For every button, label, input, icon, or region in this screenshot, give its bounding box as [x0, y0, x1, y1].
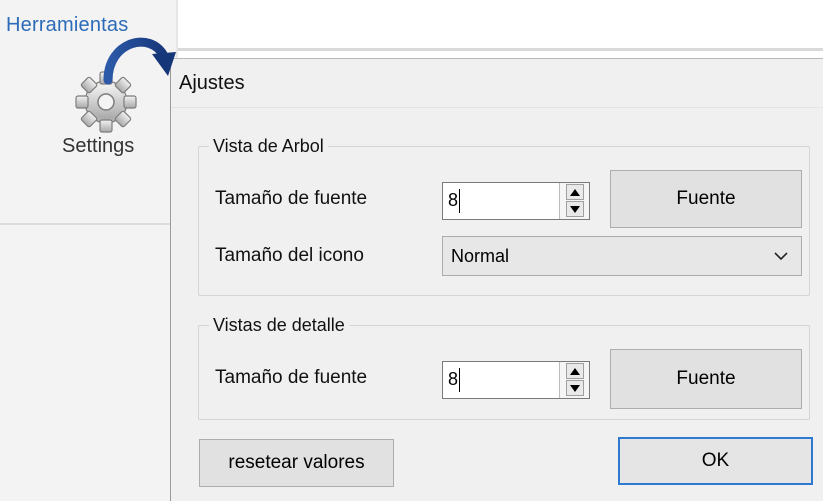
spin-buttons [559, 362, 589, 398]
tree-font-size-stepper[interactable]: 8 [442, 182, 590, 220]
spin-up-icon[interactable] [566, 184, 584, 200]
detail-view-group: Vistas de detalle Tamaño de fuente 8 Fue… [198, 313, 810, 420]
detail-font-button[interactable]: Fuente [610, 349, 802, 409]
ribbon-bottom-divider [0, 223, 178, 225]
spin-down-icon[interactable] [566, 201, 584, 217]
chevron-down-icon [774, 252, 788, 261]
settings-label[interactable]: Settings [62, 135, 134, 158]
text-cursor [459, 189, 460, 213]
tree-view-group: Vista de Arbol Tamaño de fuente 8 Fuente… [198, 134, 810, 296]
tree-view-legend: Vista de Arbol [209, 134, 328, 158]
spin-down-icon[interactable] [566, 380, 584, 396]
title-separator [171, 107, 823, 108]
detail-font-size-label: Tamaño de fuente [215, 367, 368, 388]
reset-button[interactable]: resetear valores [199, 439, 394, 487]
tree-font-size-value[interactable]: 8 [448, 190, 458, 211]
icon-size-dropdown[interactable]: Normal [442, 236, 802, 276]
text-cursor [459, 368, 460, 392]
ok-button[interactable]: OK [618, 437, 813, 485]
curved-arrow-icon [103, 37, 176, 85]
settings-dialog: Ajustes Vista de Arbol Tamaño de fuente … [170, 58, 823, 501]
icon-size-value: Normal [451, 246, 510, 266]
detail-font-size-value[interactable]: 8 [448, 369, 458, 390]
ribbon-divider [178, 48, 823, 51]
detail-view-legend: Vistas de detalle [209, 313, 349, 337]
spin-buttons [559, 183, 589, 219]
tree-icon-size-label: Tamaño del icono [215, 245, 364, 266]
detail-font-size-stepper[interactable]: 8 [442, 361, 590, 399]
spin-up-icon[interactable] [566, 363, 584, 379]
tree-font-button[interactable]: Fuente [610, 170, 802, 228]
tree-font-size-label: Tamaño de fuente [215, 188, 368, 209]
ribbon-top-strip [178, 0, 823, 52]
